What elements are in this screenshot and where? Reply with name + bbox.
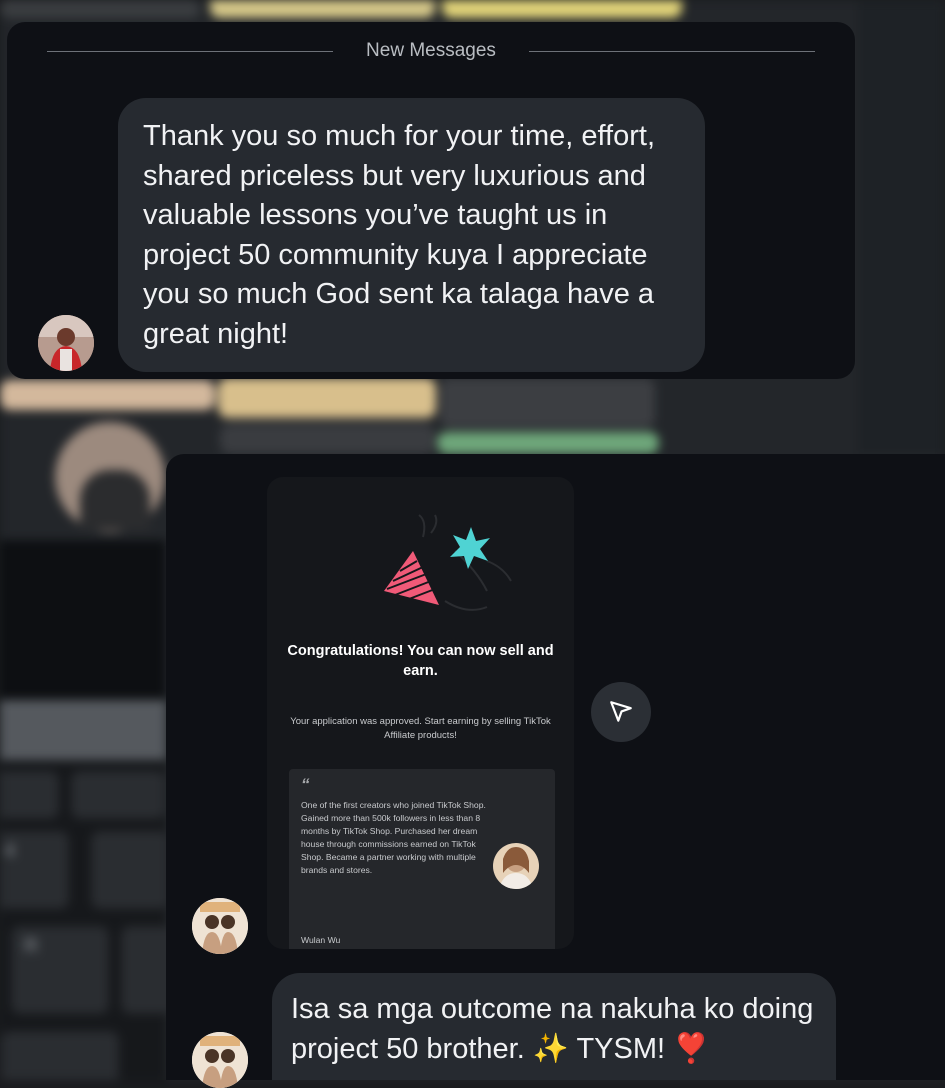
share-button[interactable] <box>591 682 651 742</box>
testimonial-text: One of the first creators who joined Tik… <box>301 800 486 875</box>
message-bubble[interactable]: Thank you so much for your time, effort,… <box>118 98 705 372</box>
new-messages-divider: New Messages <box>47 40 815 61</box>
quote-mark: “ <box>301 775 310 794</box>
party-hat-icon <box>384 551 439 605</box>
message-bubble-2[interactable]: Isa sa mga outcome na nakuha ko doing pr… <box>272 973 836 1080</box>
testimonial-box: “ One of the first creators who joined T… <box>289 769 555 949</box>
testimonial-avatar <box>493 843 539 889</box>
sender-avatar-2[interactable] <box>192 898 248 954</box>
celebration-illustration <box>384 514 512 611</box>
congrats-title: Congratulations! You can now sell and ea… <box>287 643 554 679</box>
confetti-star-icon <box>450 527 490 569</box>
paper-plane-icon <box>610 701 632 722</box>
sender-avatar[interactable] <box>38 315 94 371</box>
congrats-subtitle: Your application was approved. Start ear… <box>290 716 551 741</box>
dm-thread-bottom: Congratulations! You can now sell and ea… <box>166 454 945 1088</box>
divider-line-right <box>529 51 815 52</box>
testimonial-author: Wulan Wu <box>301 935 341 945</box>
dm-thread-top: New Messages Thank you so much for your … <box>7 22 855 379</box>
shared-post-card[interactable]: Congratulations! You can now sell and ea… <box>267 477 574 949</box>
